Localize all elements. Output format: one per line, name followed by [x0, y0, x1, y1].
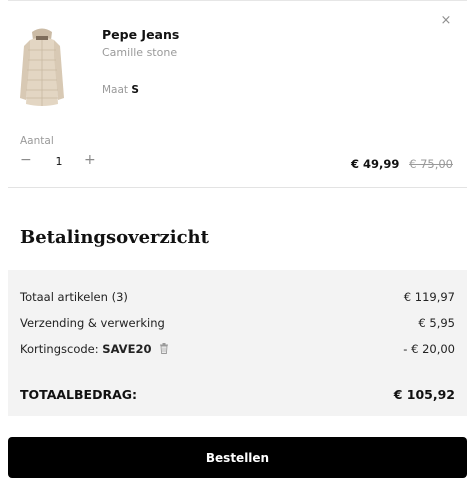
- quantity-label: Aantal: [20, 135, 54, 147]
- product-brand: Pepe Jeans: [102, 27, 180, 42]
- quantity-increase-button[interactable]: +: [84, 152, 96, 168]
- summary-title: Betalingsoverzicht: [20, 227, 209, 248]
- product-variant: Camille stone: [102, 46, 178, 59]
- total-label: TOTAALBEDRAG:: [20, 387, 138, 402]
- total-value: € 105,92: [393, 387, 455, 402]
- summary-row-label: Totaal artikelen (3): [20, 290, 128, 304]
- summary-row-label: Verzending & verwerking: [20, 316, 165, 330]
- cart-item: Pepe Jeans Camille stone Maat S × Aantal…: [0, 0, 475, 188]
- summary-row-value: € 119,97: [403, 290, 455, 304]
- discount-code: SAVE20: [102, 342, 152, 356]
- section-divider: [8, 187, 467, 188]
- discount-label-group: Kortingscode: SAVE20: [20, 342, 169, 356]
- trash-icon[interactable]: [159, 343, 169, 354]
- price-row: € 49,99 € 75,00: [351, 157, 453, 171]
- summary-box: Totaal artikelen (3) € 119,97 Verzending…: [8, 270, 467, 416]
- discount-label: Kortingscode:: [20, 342, 99, 356]
- size-label: Maat: [102, 84, 129, 96]
- jacket-image: [20, 28, 64, 106]
- size-value: S: [131, 84, 139, 96]
- product-size: Maat S: [102, 84, 139, 96]
- price-current: € 49,99: [351, 157, 400, 171]
- order-button[interactable]: Bestellen: [8, 437, 467, 478]
- discount-value: - € 20,00: [403, 342, 455, 356]
- remove-item-close-icon[interactable]: ×: [440, 14, 452, 27]
- summary-row-value: € 5,95: [418, 316, 455, 330]
- quantity-value[interactable]: 1: [48, 155, 70, 168]
- price-old: € 75,00: [409, 157, 453, 171]
- quantity-decrease-button[interactable]: −: [20, 152, 32, 168]
